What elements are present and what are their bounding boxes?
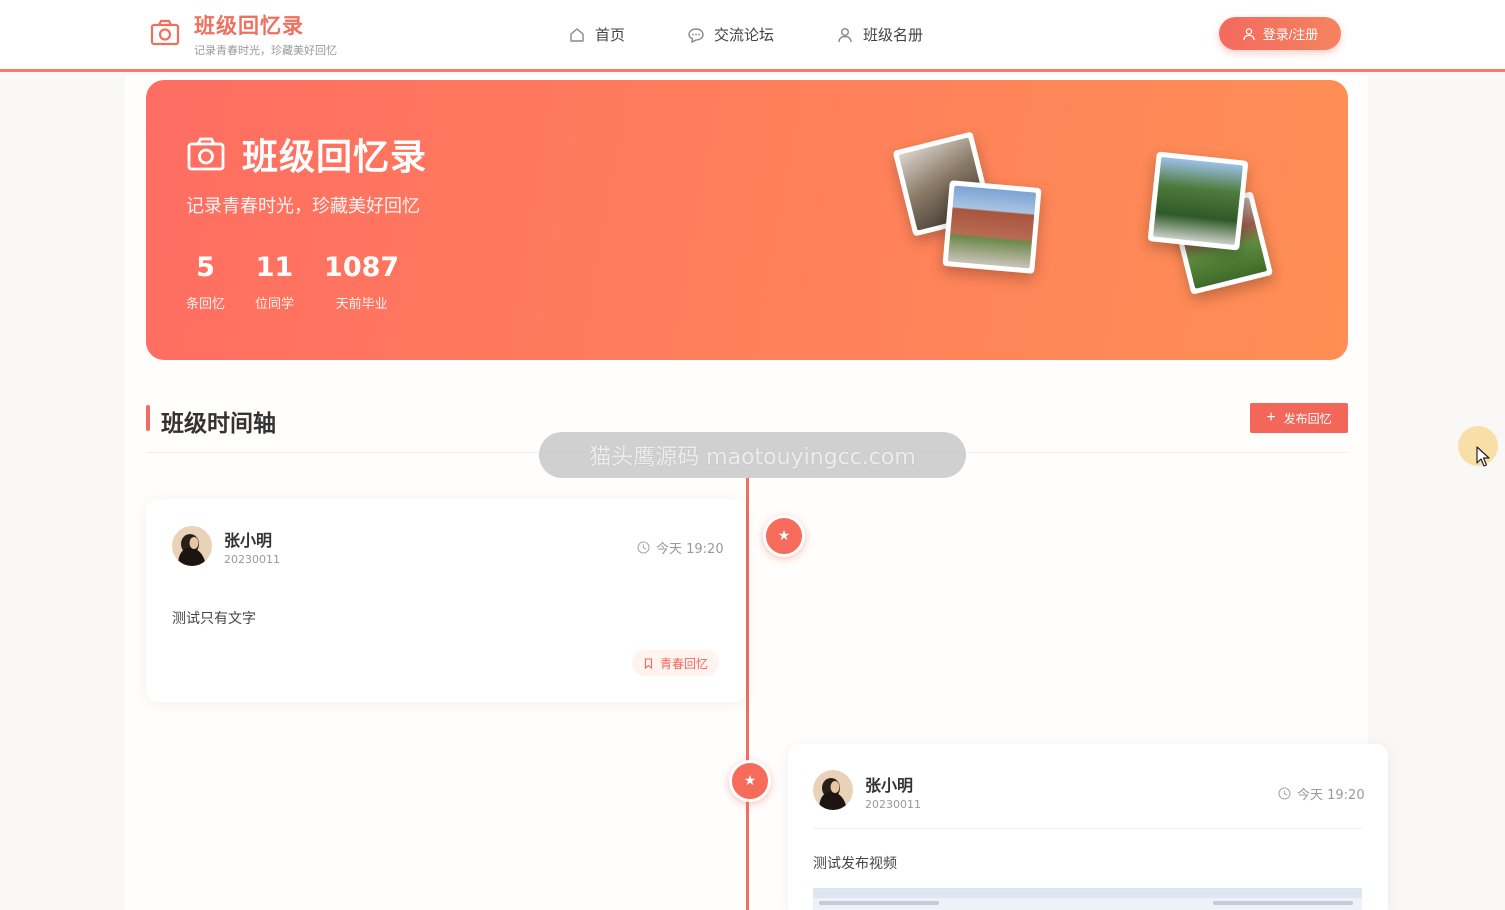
user-icon — [1243, 27, 1255, 40]
avatar[interactable] — [813, 770, 853, 810]
publish-memory-button[interactable]: + 发布回忆 — [1250, 403, 1348, 433]
mouse-pointer-icon — [1476, 446, 1490, 467]
bookmark-icon — [644, 657, 653, 669]
post-tag-label: 青春回忆 — [660, 656, 709, 671]
hero-stats: 5 条回忆 11 位同学 1087 天前毕业 — [186, 252, 429, 312]
star-icon: ★ — [743, 773, 757, 789]
stat-label: 天前毕业 — [335, 297, 388, 312]
nav-roster-label: 班级名册 — [863, 26, 924, 44]
plus-icon: + — [1266, 409, 1276, 426]
hero-subtitle: 记录青春时光，珍藏美好回忆 — [186, 196, 420, 217]
memory-card[interactable]: 张小明 20230011 今天 19:20 测试发布视频 — [788, 744, 1388, 910]
top-navbar: 班级回忆录 记录青春时光，珍藏美好回忆 首页 交流论坛 班级名册 登录/注册 — [0, 0, 1505, 72]
stat-days: 1087 天前毕业 — [324, 252, 399, 312]
stat-label: 位同学 — [255, 297, 295, 312]
stat-value: 1087 — [324, 252, 400, 283]
stat-value: 5 — [196, 252, 215, 283]
user-icon — [838, 27, 852, 42]
hero-photo — [1147, 151, 1249, 251]
clock-icon — [637, 541, 650, 554]
post-content: 测试发布视频 — [813, 856, 897, 872]
timeline-dot: ★ — [763, 515, 805, 557]
post-time: 今天 19:20 — [1278, 784, 1365, 803]
brand-subtitle: 记录青春时光，珍藏美好回忆 — [194, 44, 337, 57]
main-nav: 首页 交流论坛 班级名册 — [568, 24, 985, 45]
chat-icon — [688, 27, 704, 43]
video-thumbnail[interactable] — [813, 888, 1362, 910]
memory-card[interactable]: 张小明 20230011 今天 19:20 测试只有文字 青春回忆 — [146, 499, 746, 702]
hero-photo — [942, 180, 1042, 274]
publish-memory-label: 发布回忆 — [1283, 411, 1332, 426]
post-student-id: 20230011 — [865, 798, 921, 811]
camera-icon — [187, 137, 225, 171]
stat-classmates: 11 位同学 — [255, 252, 294, 312]
post-tag[interactable]: 青春回忆 — [632, 650, 720, 676]
post-author[interactable]: 张小明 — [224, 527, 272, 551]
star-icon: ★ — [777, 528, 791, 544]
hero-title: 班级回忆录 — [242, 137, 428, 178]
post-time-text: 今天 19:20 — [656, 542, 724, 557]
home-icon — [570, 27, 584, 42]
stat-label: 条回忆 — [186, 297, 226, 312]
post-time-text: 今天 19:20 — [1297, 788, 1365, 803]
nav-forum[interactable]: 交流论坛 — [687, 24, 774, 45]
login-register-button[interactable]: 登录/注册 — [1219, 17, 1341, 50]
timeline-line — [746, 478, 749, 910]
clock-icon — [1278, 787, 1291, 800]
nav-home[interactable]: 首页 — [568, 24, 625, 45]
card-divider — [813, 828, 1362, 829]
post-content: 测试只有文字 — [172, 611, 256, 627]
section-accent-bar — [146, 405, 150, 431]
brand-title: 班级回忆录 — [194, 14, 304, 38]
section-title: 班级时间轴 — [161, 411, 276, 437]
avatar[interactable] — [172, 526, 212, 566]
watermark: 猫头鹰源码 maotouyingcc.com — [539, 432, 966, 478]
login-register-label: 登录/注册 — [1262, 27, 1319, 42]
stat-value: 11 — [255, 252, 294, 283]
post-author[interactable]: 张小明 — [865, 772, 913, 796]
nav-roster[interactable]: 班级名册 — [836, 24, 923, 45]
brand[interactable]: 班级回忆录 记录青春时光，珍藏美好回忆 — [150, 12, 337, 58]
nav-home-label: 首页 — [595, 26, 626, 44]
post-student-id: 20230011 — [224, 553, 280, 566]
camera-icon — [150, 19, 180, 46]
post-time: 今天 19:20 — [637, 538, 724, 557]
stat-memories: 5 条回忆 — [186, 252, 225, 312]
hero-banner: 班级回忆录 记录青春时光，珍藏美好回忆 5 条回忆 11 位同学 1087 天前… — [146, 80, 1348, 360]
nav-forum-label: 交流论坛 — [714, 26, 775, 44]
timeline-dot: ★ — [729, 760, 771, 802]
